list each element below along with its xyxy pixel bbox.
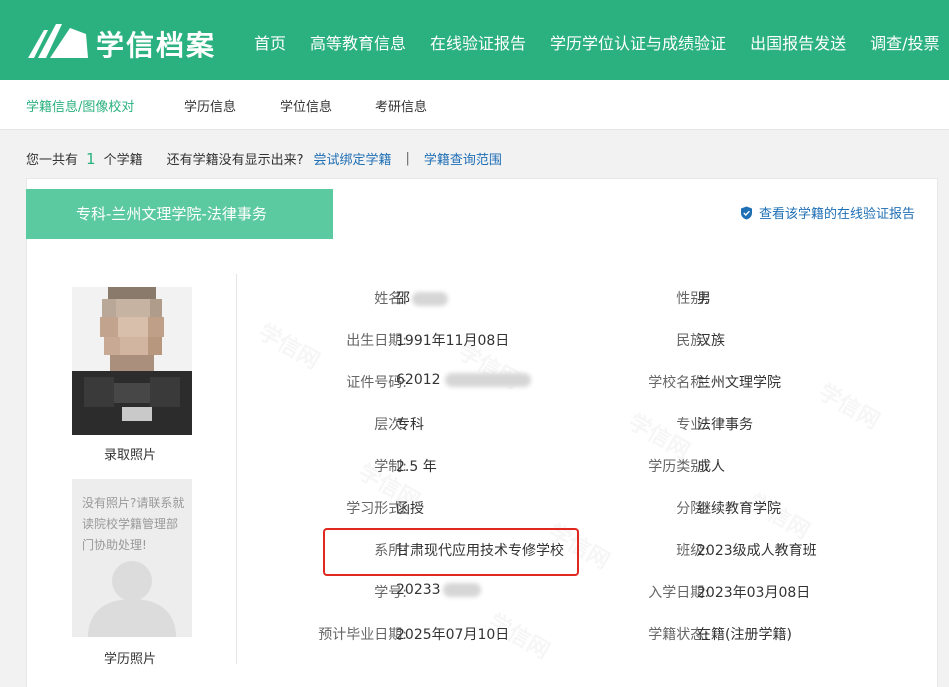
field-value-birthdate: 1991年11月08日	[396, 333, 510, 349]
education-photo-label: 学历照片	[104, 652, 157, 667]
field-value-gender: 男	[697, 291, 711, 307]
count-suffix: 个学籍	[103, 153, 143, 168]
field-value-id-number: 62012	[396, 372, 531, 388]
subnav-education-info[interactable]: 学历信息	[184, 96, 236, 115]
field-value-enrollment-date: 2023年03月08日	[697, 585, 811, 601]
department-highlight-box	[323, 528, 579, 576]
enrollment-photo	[72, 287, 192, 435]
verify-report-label: 查看该学籍的在线验证报告	[758, 207, 915, 222]
field-value-level: 专科	[396, 417, 424, 433]
logo-icon	[28, 24, 88, 58]
logo[interactable]: 学信档案	[26, 20, 214, 62]
query-scope-link[interactable]: 学籍查询范围	[424, 149, 502, 168]
field-value-class: 2023级成人教育班	[697, 543, 817, 559]
count-prefix: 您一共有	[26, 153, 79, 168]
nav-certification[interactable]: 学历学位认证与成绩验证	[550, 30, 726, 54]
top-header: 学信档案 首页 高等教育信息 在线验证报告 学历学位认证与成绩验证 出国报告发送…	[0, 0, 949, 80]
field-value-student-id: 20233	[396, 582, 481, 598]
user-silhouette-icon	[88, 561, 176, 637]
nav-higher-education[interactable]: 高等教育信息	[310, 30, 406, 54]
enrollment-photo-label: 录取照片	[104, 448, 157, 463]
field-value-education-type: 成人	[697, 459, 725, 475]
redacted-mask	[442, 583, 481, 597]
nav-overseas-report[interactable]: 出国报告发送	[750, 30, 846, 54]
enrollment-count-line: 您一共有 1 个学籍 还有学籍没有显示出来? 尝试绑定学籍 | 学籍查询范围	[26, 149, 502, 169]
watermark: 学信网	[253, 315, 326, 376]
field-value-enrollment-status: 在籍(注册学籍)	[697, 627, 792, 643]
field-value-major: 法律事务	[697, 417, 753, 433]
logo-text: 学信档案	[96, 29, 217, 62]
field-value-school: 兰州文理学院	[697, 375, 781, 391]
education-photo-placeholder: 没有照片?请联系就读院校学籍管理部门协助处理!	[72, 479, 192, 637]
placeholder-text: 没有照片?请联系就读院校学籍管理部门协助处理!	[82, 496, 185, 552]
redacted-mask	[412, 292, 448, 306]
nav-home[interactable]: 首页	[254, 30, 286, 54]
field-value-ethnicity: 汉族	[697, 333, 725, 349]
subnav-degree-info[interactable]: 学位信息	[280, 96, 332, 115]
sub-nav: 学籍信息/图像校对 学历信息 学位信息 考研信息	[0, 80, 949, 130]
field-value-duration: 2.5 年	[396, 459, 437, 475]
enrollment-tab-title: 专科-兰州文理学院-法律事务	[26, 189, 333, 239]
nav-survey[interactable]: 调查/投票	[870, 30, 939, 54]
shield-icon	[740, 206, 752, 219]
nav-online-report[interactable]: 在线验证报告	[430, 30, 526, 54]
field-value-study-form: 函授	[396, 501, 424, 517]
watermark: 学信网	[813, 375, 886, 436]
enrollment-count: 1	[86, 149, 96, 168]
verify-report-link[interactable]: 查看该学籍的在线验证报告	[740, 203, 915, 222]
field-value-expected-graduation: 2025年07月10日	[396, 627, 510, 643]
bind-enrollment-link[interactable]: 尝试绑定学籍	[313, 149, 391, 168]
field-value-branch: 继续教育学院	[697, 501, 781, 517]
enrollment-card: 学信网 学信网 学信网 学信网 学信网 学信网 学信网 学信网 学信网 专科-兰…	[26, 178, 938, 687]
missing-question: 还有学籍没有显示出来?	[166, 153, 304, 168]
redacted-mask	[444, 373, 531, 387]
field-label-expected-graduation: 预计毕业日期:	[318, 627, 407, 643]
vertical-divider	[236, 274, 237, 664]
subnav-postgrad-info[interactable]: 考研信息	[375, 96, 427, 115]
field-value-name: 邵	[396, 288, 448, 308]
subnav-enrollment-info[interactable]: 学籍信息/图像校对	[26, 96, 134, 115]
main-nav: 首页 高等教育信息 在线验证报告 学历学位认证与成绩验证 出国报告发送 调查/投…	[254, 30, 949, 54]
link-separator: |	[405, 151, 410, 166]
